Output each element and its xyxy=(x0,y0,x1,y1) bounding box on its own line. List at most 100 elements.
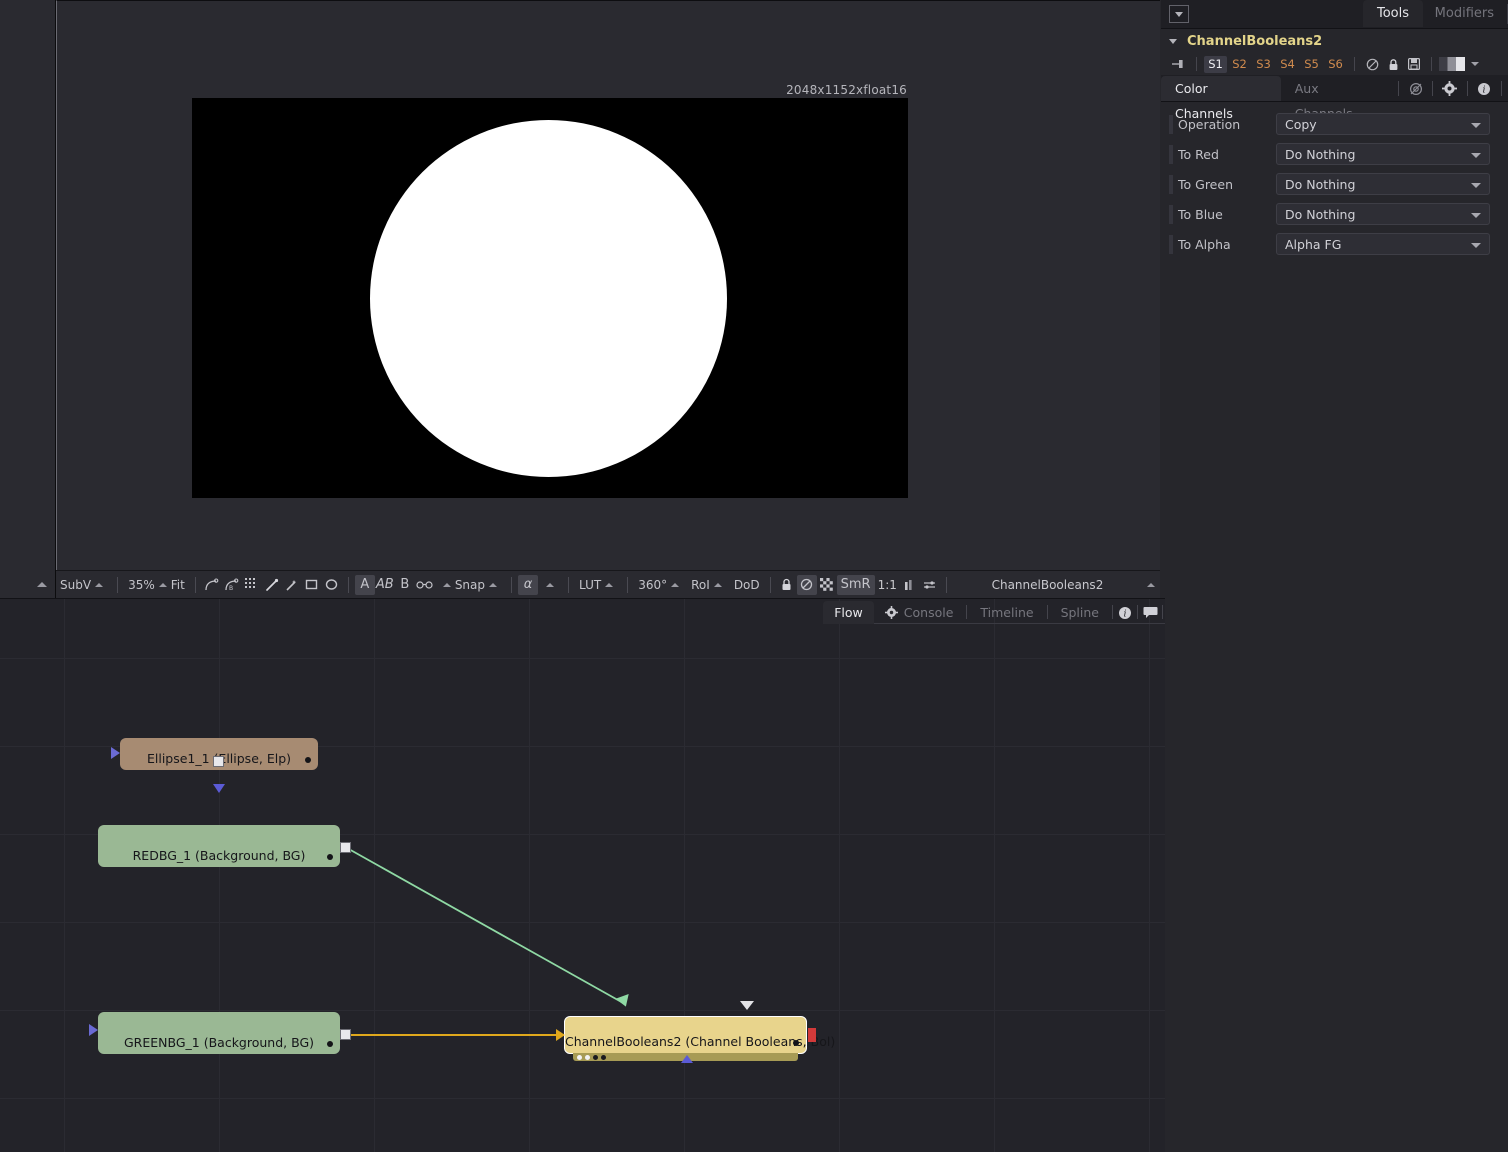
glasses-icon[interactable] xyxy=(415,575,435,595)
resolution-label: 2048x1152xfloat16 xyxy=(786,83,907,97)
dither-grid-icon[interactable] xyxy=(242,575,262,595)
node-output-dot[interactable] xyxy=(793,1040,799,1046)
eyedropper-icon[interactable] xyxy=(262,575,282,595)
node-greenbg-1[interactable]: GREENBG_1 (Background, BG) xyxy=(98,1012,340,1054)
dod-button[interactable]: DoD xyxy=(730,575,764,595)
chevron-up-icon xyxy=(605,582,614,587)
control-label: To Green xyxy=(1178,176,1233,192)
alpha-caret[interactable] xyxy=(538,575,562,595)
histogram-icon[interactable] xyxy=(900,575,920,595)
to-red-dropdown[interactable]: Do Nothing xyxy=(1276,143,1490,165)
lock-icon[interactable] xyxy=(1383,55,1403,73)
node-output-dot[interactable] xyxy=(327,1041,333,1047)
tab-timeline[interactable]: Timeline xyxy=(969,601,1044,624)
tab-modifiers[interactable]: Modifiers xyxy=(1421,0,1508,27)
curve-a-icon[interactable] xyxy=(202,575,222,595)
control-gripper[interactable] xyxy=(1169,114,1173,134)
tab-spline[interactable]: Spline xyxy=(1050,601,1110,624)
comment-icon[interactable] xyxy=(1140,601,1160,624)
inspector-node-header[interactable]: ChannelBooleans2 xyxy=(1161,29,1508,53)
connection-handle-redbg-out[interactable] xyxy=(340,842,351,853)
state-button-s2[interactable]: S2 xyxy=(1228,56,1251,73)
to-alpha-dropdown[interactable]: Alpha FG xyxy=(1276,233,1490,255)
sliders-icon[interactable] xyxy=(920,575,940,595)
to-green-dropdown[interactable]: Do Nothing xyxy=(1276,173,1490,195)
flow-tabbar: Flow Console Timeline Spline i xyxy=(823,600,1165,624)
lut-button[interactable]: LUT xyxy=(575,575,621,595)
state-button-s1[interactable]: S1 xyxy=(1204,55,1227,73)
subview-button[interactable]: SubV xyxy=(56,575,111,595)
state-button-s6[interactable]: S6 xyxy=(1324,56,1347,73)
viewer-pane: 2048x1152xfloat16 SubV 35% Fit B A AB B … xyxy=(0,0,1160,598)
degrees-button[interactable]: 360° xyxy=(634,575,687,595)
to-blue-dropdown[interactable]: Do Nothing xyxy=(1276,203,1490,225)
no-channel-icon[interactable] xyxy=(796,574,817,595)
curve-b-icon[interactable]: B xyxy=(222,575,242,595)
node-mask-input-arrow[interactable] xyxy=(740,1001,754,1010)
chevron-down-icon xyxy=(1471,213,1481,218)
alpha-button[interactable]: α xyxy=(518,574,539,595)
channel-b-button[interactable]: B xyxy=(395,575,415,595)
state-button-s4[interactable]: S4 xyxy=(1276,56,1299,73)
tab-aux-channels[interactable]: Aux Channels xyxy=(1281,76,1392,121)
status-dot xyxy=(577,1055,582,1060)
lock-icon[interactable] xyxy=(777,575,797,595)
node-input-arrow-channelbooleans[interactable] xyxy=(556,1029,565,1041)
viewer-toolbar-expand-arrow-icon[interactable] xyxy=(1142,575,1160,595)
zoom-level[interactable]: 35% Fit xyxy=(124,575,189,595)
tab-color-channels[interactable]: Color Channels xyxy=(1161,76,1281,121)
channel-tabbar: Color Channels Aux Channels i xyxy=(1161,75,1508,121)
roi-button[interactable]: RoI xyxy=(687,575,730,595)
control-gripper[interactable] xyxy=(1169,144,1173,164)
chevron-down-icon[interactable] xyxy=(1169,38,1177,44)
operation-dropdown[interactable]: Copy xyxy=(1276,113,1490,135)
info-icon[interactable]: i xyxy=(1115,601,1135,624)
snap-label: Snap xyxy=(454,577,486,592)
wand-icon[interactable] xyxy=(282,575,302,595)
tab-tools[interactable]: Tools xyxy=(1362,0,1423,27)
control-gripper[interactable] xyxy=(1169,204,1173,224)
fusion-app-window: 2048x1152xfloat16 SubV 35% Fit B A AB B … xyxy=(0,0,1508,1152)
node-output-chip[interactable] xyxy=(808,1028,816,1042)
control-gripper[interactable] xyxy=(1169,234,1173,254)
inspector-menu-button[interactable] xyxy=(1169,5,1189,23)
node-input-arrow-greenbg[interactable] xyxy=(89,1024,98,1036)
checker-icon[interactable] xyxy=(817,575,837,595)
smr-button[interactable]: SmR xyxy=(836,574,875,595)
node-input-arrow-ellipse1[interactable] xyxy=(111,747,120,759)
target-icon[interactable] xyxy=(1405,76,1426,101)
connection-handle-ellipse-out[interactable] xyxy=(213,756,224,767)
gutter-expand-arrow-icon[interactable] xyxy=(34,578,50,590)
channel-ab-button[interactable]: AB xyxy=(375,575,395,595)
pin-icon[interactable] xyxy=(1167,55,1189,73)
control-gripper[interactable] xyxy=(1169,174,1173,194)
channel-a-button[interactable]: A xyxy=(354,574,375,595)
node-redbg-1[interactable]: REDBG_1 (Background, BG) xyxy=(98,825,340,867)
node-expand-arrow[interactable] xyxy=(681,1055,693,1063)
state-button-s3[interactable]: S3 xyxy=(1252,56,1275,73)
flow-node-graph[interactable]: Flow Console Timeline Spline i Ellipse1_… xyxy=(0,598,1165,1152)
gradient-swatch-icon[interactable] xyxy=(1439,57,1465,71)
node-output-dot[interactable] xyxy=(305,757,311,763)
rectangle-icon[interactable] xyxy=(302,575,322,595)
flow-grid-background xyxy=(0,598,1165,1152)
connection-handle-greenbg-out[interactable] xyxy=(340,1029,351,1040)
no-entry-icon[interactable] xyxy=(1362,55,1382,73)
tab-flow[interactable]: Flow xyxy=(823,601,874,624)
save-icon[interactable] xyxy=(1404,55,1424,73)
info-icon[interactable]: i xyxy=(1474,76,1495,101)
status-dot xyxy=(585,1055,590,1060)
ratio-label[interactable]: 1:1 xyxy=(875,578,900,592)
chevron-down-icon xyxy=(1471,123,1481,128)
viewer-canvas[interactable]: 2048x1152xfloat16 xyxy=(56,0,1160,570)
divider xyxy=(769,576,771,593)
chevron-down-icon[interactable] xyxy=(1471,62,1479,66)
state-button-s5[interactable]: S5 xyxy=(1300,56,1323,73)
gear-icon[interactable] xyxy=(1439,76,1460,101)
tab-console[interactable]: Console xyxy=(874,601,965,624)
snap-button[interactable]: Snap xyxy=(435,575,505,595)
node-channelbooleans2[interactable]: ChannelBooleans2 (Channel Booleans, Bol) xyxy=(564,1016,835,1063)
node-output-dot[interactable] xyxy=(327,854,333,860)
ellipse-icon[interactable] xyxy=(322,575,342,595)
roi-label: RoI xyxy=(691,577,710,592)
